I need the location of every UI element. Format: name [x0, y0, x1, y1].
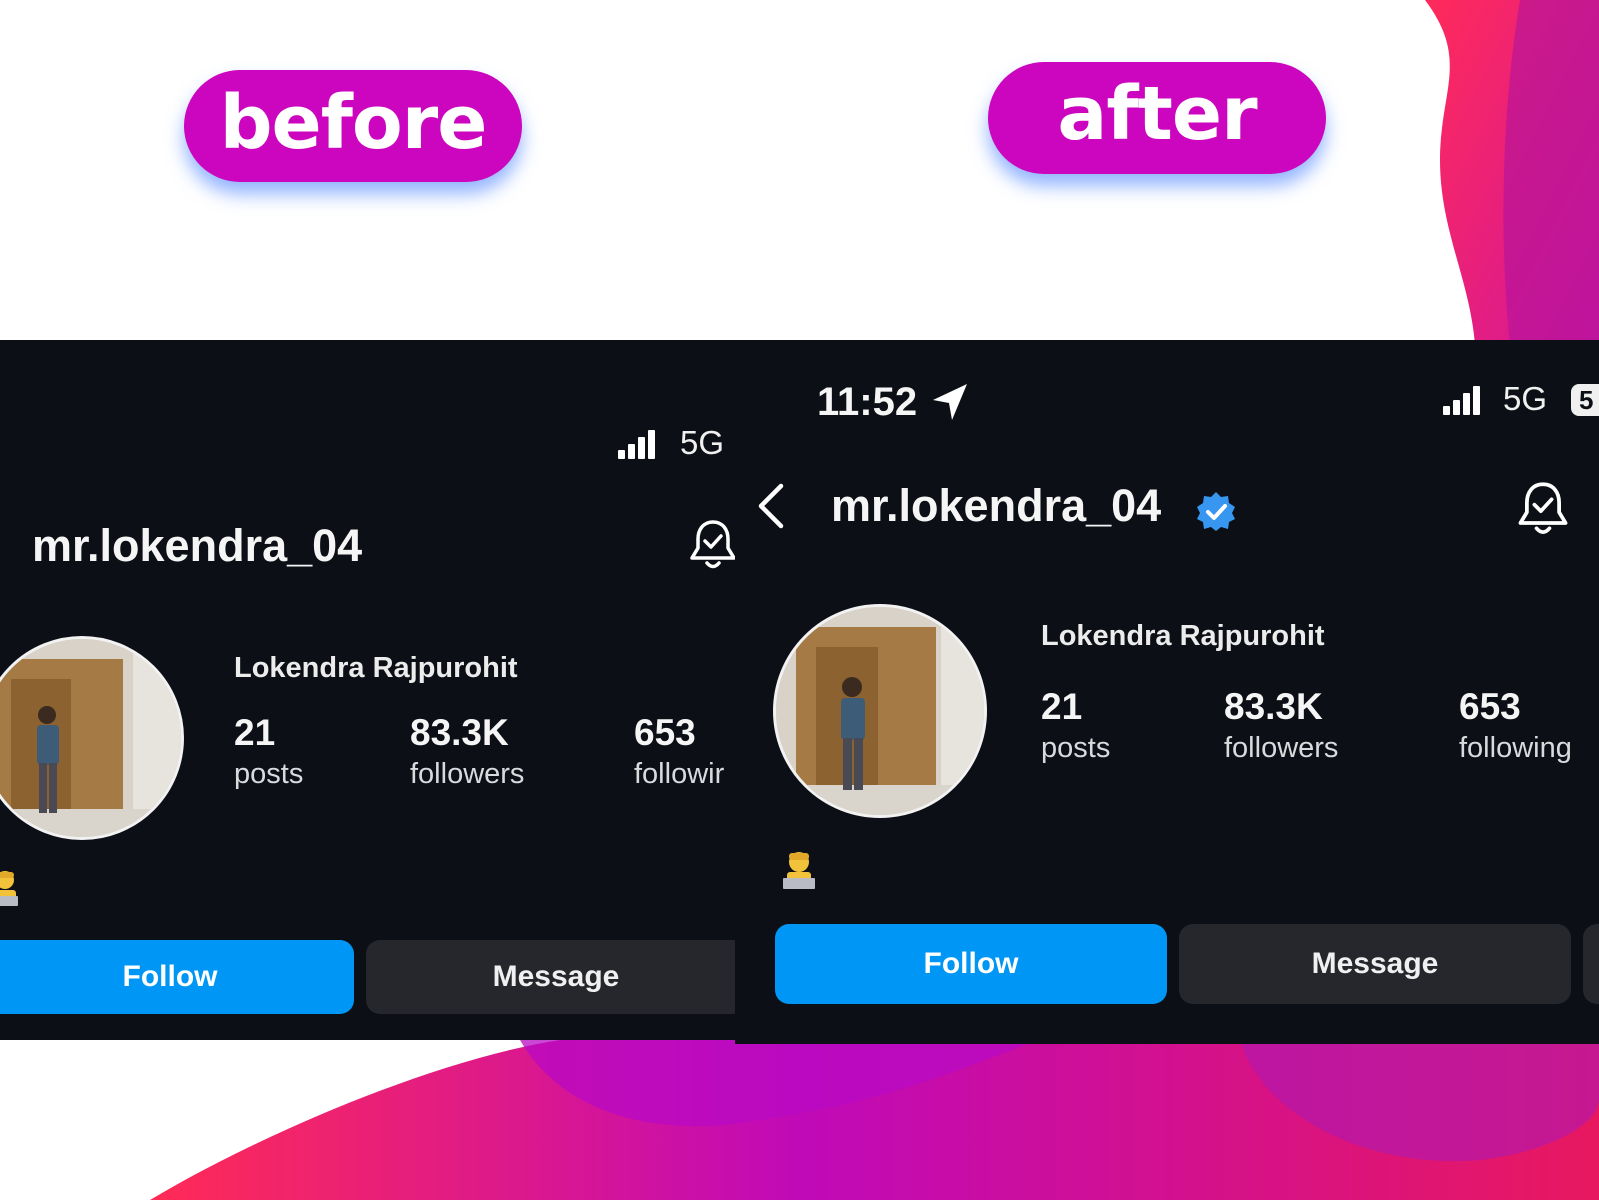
followers-count[interactable]: 83.3K [1224, 686, 1323, 728]
message-button[interactable]: Message [1179, 924, 1571, 1004]
message-button[interactable]: Message [366, 940, 735, 1014]
bell-icon[interactable] [690, 518, 735, 572]
posts-label: posts [1041, 732, 1111, 764]
posts-count[interactable]: 21 [1041, 686, 1082, 728]
followers-label: followers [1224, 732, 1339, 764]
follow-button[interactable]: Follow [0, 940, 354, 1014]
avatar[interactable] [0, 636, 184, 840]
location-arrow-icon [933, 384, 967, 420]
following-label: followir [634, 758, 725, 790]
profile-full-name: Lokendra Rajpurohit [234, 652, 518, 684]
after-label: after [988, 62, 1326, 174]
after-profile-panel: 11:52 5G 5 mr.lokendra_04 Lokendra Rajpu… [735, 340, 1599, 1044]
bell-icon[interactable] [1517, 480, 1569, 538]
laptop-person-emoji-icon [0, 871, 18, 906]
profile-username: mr.lokendra_04 [831, 480, 1162, 531]
more-options-button[interactable] [1583, 924, 1599, 1004]
before-profile-panel: 5G mr.lokendra_04 Lokendra Rajpurohit 21… [0, 340, 735, 1040]
posts-label: posts [234, 758, 304, 790]
network-type: 5G [680, 424, 725, 461]
following-count[interactable]: 653 [1459, 686, 1521, 728]
battery-icon: 5 [1571, 384, 1599, 416]
network-type: 5G [1503, 380, 1548, 417]
status-time: 11:52 [817, 380, 918, 424]
followers-label: followers [410, 758, 525, 790]
follow-button[interactable]: Follow [775, 924, 1167, 1004]
following-label: following [1459, 732, 1572, 764]
signal-icon [618, 430, 655, 459]
followers-count[interactable]: 83.3K [410, 712, 509, 754]
avatar[interactable] [773, 604, 987, 818]
laptop-person-emoji-icon [783, 852, 815, 889]
posts-count[interactable]: 21 [234, 712, 275, 754]
profile-username: mr.lokendra_04 [32, 520, 363, 571]
back-chevron-icon[interactable] [755, 482, 785, 530]
signal-icon [1443, 386, 1480, 415]
before-label: before [184, 70, 522, 182]
profile-full-name: Lokendra Rajpurohit [1041, 620, 1325, 652]
following-count[interactable]: 653 [634, 712, 696, 754]
verified-badge-icon [1197, 492, 1235, 531]
